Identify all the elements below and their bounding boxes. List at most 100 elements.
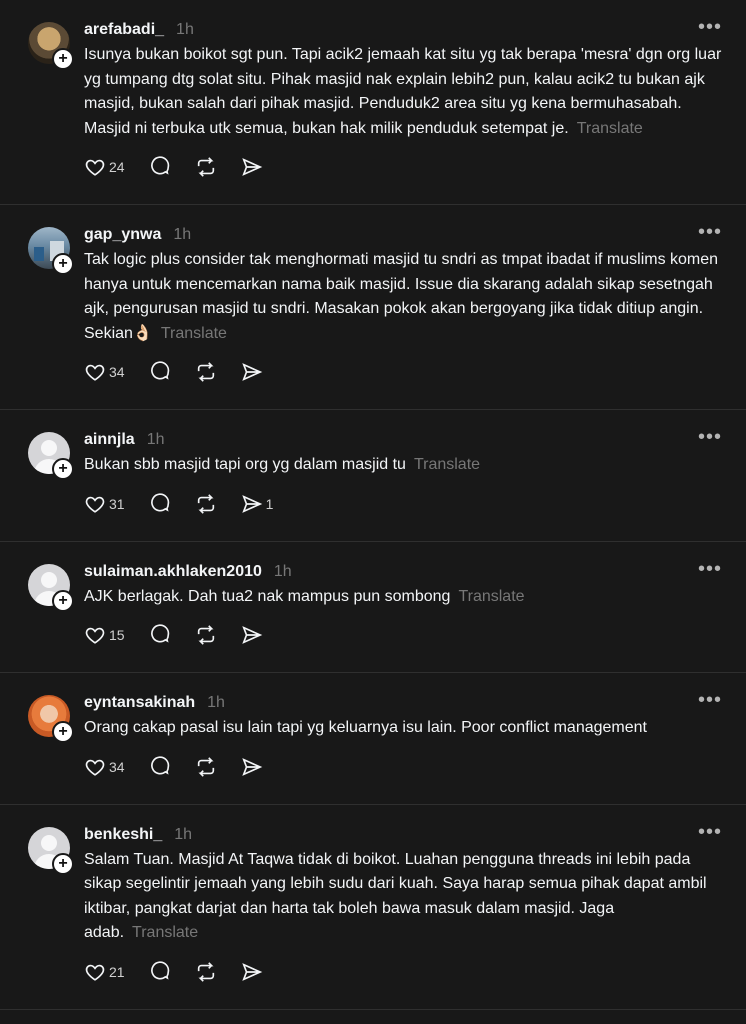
username[interactable]: eyntansakinah: [84, 691, 195, 715]
reply-button[interactable]: [149, 960, 171, 983]
timestamp: 1h: [207, 694, 225, 711]
like-button[interactable]: 15: [84, 624, 125, 646]
avatar[interactable]: +: [28, 563, 74, 612]
like-count: 24: [109, 159, 125, 175]
follow-plus-icon[interactable]: +: [52, 589, 74, 612]
like-count: 31: [109, 495, 125, 512]
share-button[interactable]: [241, 361, 266, 383]
more-options-icon[interactable]: •••: [698, 427, 722, 447]
post-meta: arefabadi_ 1h: [84, 18, 722, 42]
like-count: 15: [109, 627, 125, 643]
translate-link[interactable]: Translate: [458, 588, 524, 605]
avatar[interactable]: +: [28, 227, 74, 275]
action-bar: 21: [84, 957, 722, 987]
reply-button[interactable]: [149, 156, 171, 178]
follow-plus-icon[interactable]: +: [52, 721, 74, 743]
share-button[interactable]: [241, 756, 266, 778]
post-meta: eyntansakinah 1h: [84, 691, 722, 715]
post-meta: ainnjla 1h: [84, 428, 722, 452]
send-icon: [241, 363, 262, 381]
follow-plus-icon[interactable]: +: [52, 852, 74, 875]
share-button[interactable]: [241, 961, 266, 983]
repost-icon: [197, 157, 214, 177]
repost-button[interactable]: [195, 756, 217, 778]
repost-button[interactable]: [195, 624, 217, 646]
timestamp: 1h: [174, 825, 193, 843]
username[interactable]: sulaiman.akhlaken2010: [84, 560, 262, 584]
reply-post: + ••• benkeshi_ 1h Salam Tuan. Masjid At…: [0, 805, 746, 1010]
more-options-icon[interactable]: •••: [698, 690, 722, 710]
translate-link[interactable]: Translate: [414, 456, 480, 473]
post-body: ainnjla 1h Bukan sbb masjid tapi org yg …: [84, 428, 722, 519]
send-icon: [241, 626, 262, 644]
avatar[interactable]: +: [28, 432, 74, 480]
action-bar: 15: [84, 620, 722, 650]
reply-button[interactable]: [149, 361, 171, 383]
action-bar: 34: [84, 752, 722, 782]
like-button[interactable]: 21: [84, 961, 125, 983]
heart-icon: [85, 159, 105, 176]
repost-button[interactable]: [195, 961, 217, 983]
share-button[interactable]: [241, 156, 266, 178]
translate-link[interactable]: Translate: [161, 325, 227, 342]
repost-button[interactable]: [195, 493, 217, 515]
reply-button[interactable]: [149, 624, 171, 646]
more-options-icon[interactable]: •••: [698, 559, 722, 579]
send-icon: [241, 757, 262, 776]
post-text: Bukan sbb masjid tapi org yg dalam masji…: [84, 453, 722, 478]
username[interactable]: ainnjla: [84, 428, 135, 452]
post-text: Orang cakap pasal isu lain tapi yg kelua…: [84, 716, 722, 741]
repost-icon: [197, 961, 214, 982]
avatar[interactable]: +: [28, 826, 74, 875]
reply-post: + ••• arefabadi_ 1h Isunya bukan boikot …: [0, 0, 746, 205]
like-button[interactable]: 34: [84, 361, 125, 383]
share-button[interactable]: [241, 624, 266, 646]
comment-bubble-icon: [150, 624, 169, 643]
more-options-icon[interactable]: •••: [698, 822, 722, 842]
reply-post: + ••• ainnjla 1h Bukan sbb masjid tapi o…: [0, 410, 746, 542]
follow-plus-icon[interactable]: +: [52, 458, 74, 480]
heart-icon: [85, 496, 105, 513]
username[interactable]: benkeshi_: [84, 823, 162, 847]
repost-icon: [197, 362, 214, 382]
send-icon: [241, 494, 262, 513]
avatar[interactable]: +: [28, 22, 74, 70]
username[interactable]: arefabadi_: [84, 18, 164, 42]
post-meta: sulaiman.akhlaken2010 1h: [84, 560, 722, 584]
post-content: Orang cakap pasal isu lain tapi yg kelua…: [84, 719, 647, 736]
repost-button[interactable]: [195, 156, 217, 178]
like-button[interactable]: 24: [84, 156, 125, 178]
more-options-icon[interactable]: •••: [698, 17, 722, 37]
reply-post: + ••• eyntansakinah 1h Orang cakap pasal…: [0, 673, 746, 805]
like-count: 34: [109, 364, 125, 380]
heart-icon: [85, 364, 105, 381]
comment-bubble-icon: [150, 960, 169, 980]
share-count: 1: [265, 495, 274, 512]
more-options-icon[interactable]: •••: [698, 222, 722, 242]
reply-button[interactable]: [149, 755, 171, 778]
reply-button[interactable]: [149, 492, 171, 515]
post-text: Isunya bukan boikot sgt pun. Tapi acik2 …: [84, 43, 722, 141]
like-button[interactable]: 34: [84, 756, 125, 778]
follow-plus-icon[interactable]: +: [52, 253, 74, 275]
username[interactable]: gap_ynwa: [84, 223, 161, 247]
like-count: 34: [109, 758, 125, 775]
action-bar: 24: [84, 152, 722, 182]
post-body: benkeshi_ 1h Salam Tuan. Masjid At Taqwa…: [84, 823, 722, 987]
post-text: Salam Tuan. Masjid At Taqwa tidak di boi…: [84, 848, 722, 946]
translate-link[interactable]: Translate: [132, 924, 198, 941]
like-button[interactable]: 31: [84, 493, 125, 515]
heart-icon: [85, 627, 105, 644]
follow-plus-icon[interactable]: +: [52, 48, 74, 70]
heart-icon: [85, 964, 105, 981]
post-body: sulaiman.akhlaken2010 1h AJK berlagak. D…: [84, 560, 722, 651]
repost-button[interactable]: [195, 361, 217, 383]
share-button[interactable]: 1: [241, 493, 274, 515]
repost-icon: [197, 756, 214, 777]
repost-icon: [197, 625, 214, 645]
timestamp: 1h: [176, 21, 194, 38]
comment-bubble-icon: [150, 361, 169, 380]
translate-link[interactable]: Translate: [577, 120, 643, 137]
avatar[interactable]: +: [28, 695, 74, 743]
heart-icon: [85, 759, 105, 776]
